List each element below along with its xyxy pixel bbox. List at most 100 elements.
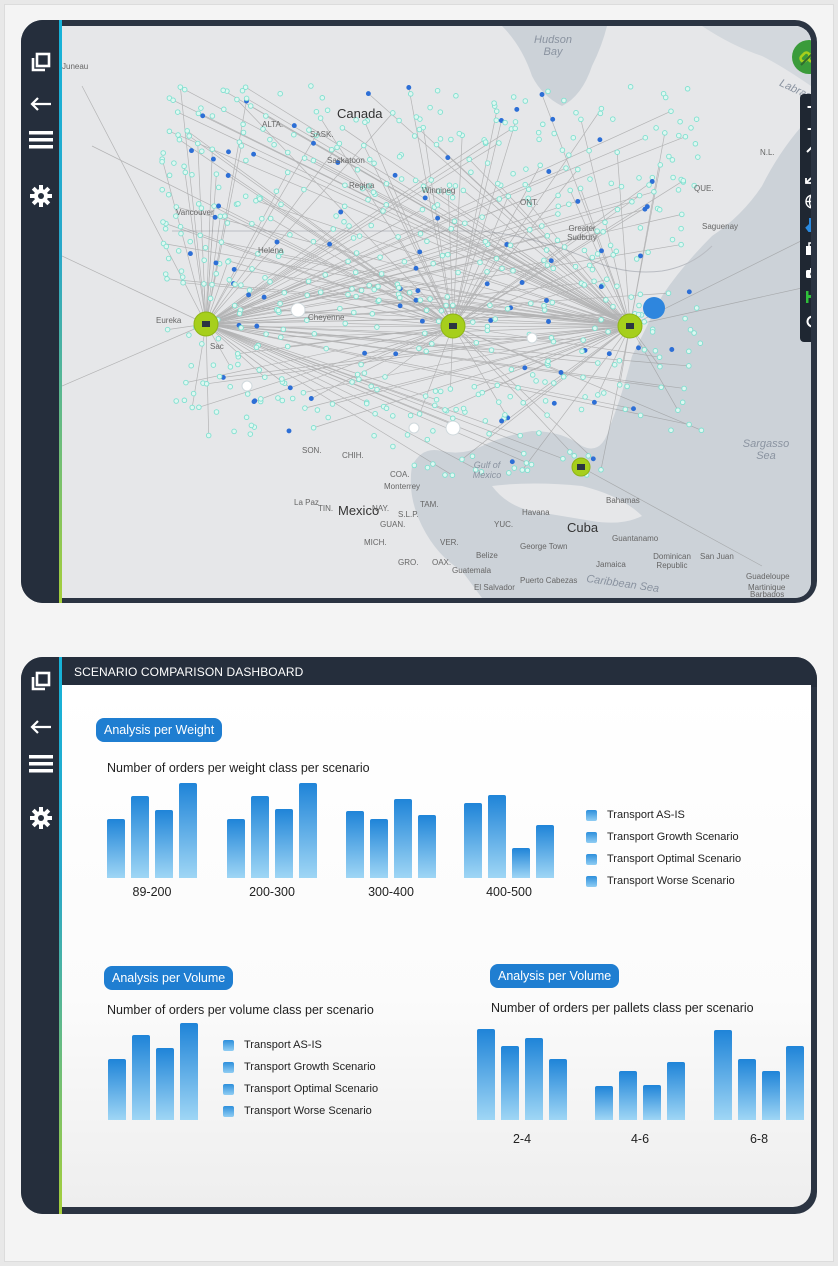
customer-dot[interactable] xyxy=(466,156,472,163)
customer-dot[interactable] xyxy=(225,173,231,178)
customer-dot[interactable] xyxy=(376,297,382,304)
customer-dot[interactable] xyxy=(397,294,403,301)
customer-dot[interactable] xyxy=(603,297,609,303)
customer-dot[interactable] xyxy=(688,125,694,131)
customer-dot[interactable] xyxy=(247,431,254,437)
customer-dot[interactable] xyxy=(437,388,444,395)
chart-bar[interactable] xyxy=(346,811,364,878)
chart-bar[interactable] xyxy=(107,819,125,878)
customer-dot[interactable] xyxy=(510,267,516,274)
customer-dot[interactable] xyxy=(678,241,684,248)
customer-dot[interactable] xyxy=(254,323,260,329)
customer-dot[interactable] xyxy=(605,328,611,335)
customer-dot[interactable] xyxy=(189,404,195,411)
customer-dot[interactable] xyxy=(435,318,442,324)
customer-dot[interactable] xyxy=(528,461,535,468)
customer-dot[interactable] xyxy=(354,371,361,378)
customer-dot[interactable] xyxy=(522,98,529,104)
menu-icon[interactable] xyxy=(29,752,53,776)
customer-dot[interactable] xyxy=(597,137,603,143)
customer-dot[interactable] xyxy=(372,410,378,417)
customer-dot[interactable] xyxy=(629,199,635,205)
customer-dot[interactable] xyxy=(698,427,705,434)
customer-dot[interactable] xyxy=(642,134,649,141)
customer-dot[interactable] xyxy=(607,242,614,249)
customer-dot[interactable] xyxy=(645,249,651,256)
customer-dot[interactable] xyxy=(484,269,490,275)
customer-dot[interactable] xyxy=(274,239,280,245)
customer-dot[interactable] xyxy=(317,289,324,295)
customer-dot[interactable] xyxy=(328,146,335,153)
customer-dot[interactable] xyxy=(561,97,567,104)
customer-dot[interactable] xyxy=(213,270,219,277)
customer-dot[interactable] xyxy=(367,156,373,163)
customer-dot[interactable] xyxy=(183,379,189,386)
customer-dot[interactable] xyxy=(247,103,254,109)
customer-dot[interactable] xyxy=(423,307,430,314)
customer-dot[interactable] xyxy=(581,282,588,288)
customer-dot[interactable] xyxy=(453,406,459,413)
customer-dot[interactable] xyxy=(432,388,439,394)
customer-dot[interactable] xyxy=(159,158,165,165)
customer-dot[interactable] xyxy=(177,223,184,230)
customer-dot[interactable] xyxy=(599,248,604,254)
chart-bar[interactable] xyxy=(180,1023,198,1120)
customer-dot[interactable] xyxy=(536,430,542,436)
chart-bar[interactable] xyxy=(370,819,388,878)
customer-dot[interactable] xyxy=(392,172,398,178)
customer-dot[interactable] xyxy=(598,284,604,290)
customer-dot[interactable] xyxy=(445,251,451,258)
customer-dot[interactable] xyxy=(243,95,250,102)
customer-dot[interactable] xyxy=(287,232,293,238)
customer-dot[interactable] xyxy=(207,295,214,302)
customer-dot[interactable] xyxy=(595,360,601,366)
customer-dot[interactable] xyxy=(187,238,193,245)
customer-dot[interactable] xyxy=(675,187,682,193)
customer-dot[interactable] xyxy=(305,278,312,285)
customer-dot[interactable] xyxy=(231,266,237,272)
customer-dot[interactable] xyxy=(396,117,402,124)
customer-dot[interactable] xyxy=(433,396,440,403)
customer-dot[interactable] xyxy=(199,341,205,347)
customer-dot[interactable] xyxy=(567,187,573,194)
customer-dot[interactable] xyxy=(602,219,608,226)
customer-dot[interactable] xyxy=(610,116,616,122)
customer-dot[interactable] xyxy=(442,407,448,413)
customer-dot[interactable] xyxy=(415,288,421,294)
customer-dot[interactable] xyxy=(601,390,607,396)
customer-dot[interactable] xyxy=(636,345,641,351)
customer-dot[interactable] xyxy=(330,226,336,232)
customer-dot[interactable] xyxy=(278,201,284,208)
customer-dot[interactable] xyxy=(684,86,691,92)
customer-dot[interactable] xyxy=(641,319,647,325)
legend-item[interactable]: Transport Worse Scenario xyxy=(586,873,735,889)
customer-dot[interactable] xyxy=(636,175,642,181)
customer-dot[interactable] xyxy=(159,186,165,193)
customer-dot[interactable] xyxy=(313,108,320,115)
customer-dot[interactable] xyxy=(262,274,268,281)
customer-dot[interactable] xyxy=(442,472,448,478)
customer-dot[interactable] xyxy=(304,292,310,298)
customer-dot[interactable] xyxy=(597,110,604,117)
customer-dot[interactable] xyxy=(390,110,396,116)
customer-dot[interactable] xyxy=(285,149,291,156)
chart-bar[interactable] xyxy=(108,1059,126,1120)
customer-dot[interactable] xyxy=(234,351,241,357)
customer-dot[interactable] xyxy=(450,415,456,422)
customer-dot[interactable] xyxy=(468,169,474,175)
chart-bar[interactable] xyxy=(477,1029,495,1120)
customer-dot[interactable] xyxy=(413,114,420,120)
chart-bar[interactable] xyxy=(714,1030,732,1120)
chart-bar[interactable] xyxy=(525,1038,543,1120)
customer-dot[interactable] xyxy=(487,302,493,309)
customer-dot[interactable] xyxy=(177,84,184,90)
customer-dot[interactable] xyxy=(541,257,547,264)
legend-item[interactable]: Transport Growth Scenario xyxy=(586,829,739,845)
customer-dot[interactable] xyxy=(598,467,604,473)
customer-dot[interactable] xyxy=(187,251,193,257)
customer-dot[interactable] xyxy=(174,109,181,115)
customer-dot[interactable] xyxy=(213,409,220,415)
chart-bar[interactable] xyxy=(762,1071,780,1120)
customer-dot[interactable] xyxy=(267,215,274,222)
customer-dot[interactable] xyxy=(546,169,552,174)
